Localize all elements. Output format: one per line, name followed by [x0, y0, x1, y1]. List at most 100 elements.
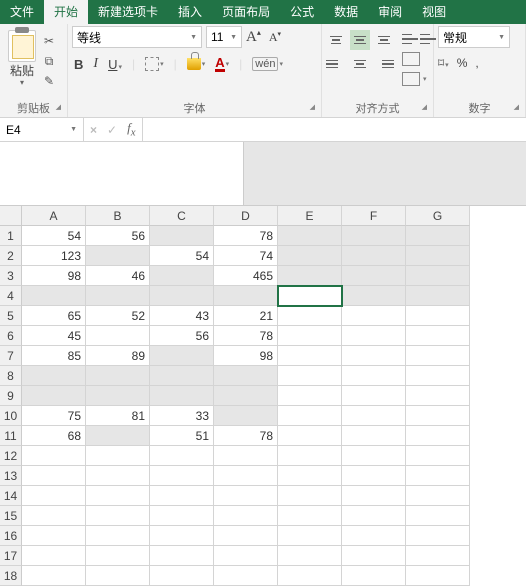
cell[interactable]: [22, 566, 86, 586]
name-box[interactable]: E4▼: [0, 118, 84, 141]
tab-8[interactable]: 视图: [412, 0, 456, 24]
merge-cells-icon[interactable]: [402, 72, 420, 86]
cell[interactable]: [150, 466, 214, 486]
cell[interactable]: [150, 386, 214, 406]
increase-font-icon[interactable]: A▴: [246, 28, 261, 46]
cell[interactable]: [214, 466, 278, 486]
cell[interactable]: [278, 306, 342, 326]
row-header-5[interactable]: 5: [0, 306, 22, 326]
cell[interactable]: [278, 226, 342, 246]
cell[interactable]: [406, 346, 470, 366]
font-color-icon[interactable]: A: [215, 57, 224, 72]
cell[interactable]: [214, 386, 278, 406]
row-header-9[interactable]: 9: [0, 386, 22, 406]
cell[interactable]: [150, 506, 214, 526]
col-header-A[interactable]: A: [22, 206, 86, 226]
cell[interactable]: [342, 506, 406, 526]
cell[interactable]: 78: [214, 226, 278, 246]
cell[interactable]: [214, 566, 278, 586]
cell[interactable]: [22, 486, 86, 506]
cell[interactable]: [406, 306, 470, 326]
row-header-18[interactable]: 18: [0, 566, 22, 586]
cell[interactable]: [406, 526, 470, 546]
align-left[interactable]: [326, 54, 346, 74]
worksheet-grid[interactable]: ABCDEFG154567821235474398464654565524321…: [0, 206, 526, 586]
borders-icon[interactable]: [145, 57, 159, 71]
cell[interactable]: [406, 486, 470, 506]
cell[interactable]: [342, 246, 406, 266]
cell[interactable]: [342, 326, 406, 346]
enter-icon[interactable]: ✓: [107, 123, 117, 137]
cell[interactable]: [86, 326, 150, 346]
cell[interactable]: [406, 426, 470, 446]
cell[interactable]: [406, 226, 470, 246]
cell[interactable]: [278, 266, 342, 286]
cell[interactable]: [22, 526, 86, 546]
cell[interactable]: [150, 366, 214, 386]
cell[interactable]: [278, 326, 342, 346]
tab-5[interactable]: 公式: [280, 0, 324, 24]
cell[interactable]: [22, 386, 86, 406]
decrease-font-icon[interactable]: A▾: [269, 30, 281, 45]
accounting-format-icon[interactable]: ⌑▾: [438, 56, 449, 70]
col-header-C[interactable]: C: [150, 206, 214, 226]
cell[interactable]: [86, 466, 150, 486]
cell[interactable]: 46: [86, 266, 150, 286]
cell[interactable]: [342, 346, 406, 366]
chevron-down-icon[interactable]: ▾: [4, 78, 40, 87]
font-name-combo[interactable]: 等线▼: [72, 26, 202, 48]
tab-2[interactable]: 新建选项卡: [88, 0, 168, 24]
cell[interactable]: 75: [22, 406, 86, 426]
cell[interactable]: [86, 486, 150, 506]
row-header-14[interactable]: 14: [0, 486, 22, 506]
cell[interactable]: [22, 366, 86, 386]
chevron-down-icon[interactable]: ▾: [226, 60, 230, 68]
row-header-4[interactable]: 4: [0, 286, 22, 306]
italic-button[interactable]: I: [93, 56, 98, 72]
cell[interactable]: 78: [214, 426, 278, 446]
cell[interactable]: [406, 266, 470, 286]
cell[interactable]: [406, 506, 470, 526]
fill-color-icon[interactable]: [187, 58, 201, 70]
cell[interactable]: 81: [86, 406, 150, 426]
cell[interactable]: [22, 506, 86, 526]
cell[interactable]: [278, 446, 342, 466]
align-top-right[interactable]: [374, 30, 394, 50]
tab-7[interactable]: 审阅: [368, 0, 412, 24]
cell[interactable]: [342, 446, 406, 466]
cell[interactable]: [406, 366, 470, 386]
cell[interactable]: [278, 466, 342, 486]
row-header-1[interactable]: 1: [0, 226, 22, 246]
cell[interactable]: [406, 446, 470, 466]
cell[interactable]: 98: [22, 266, 86, 286]
cell[interactable]: [342, 566, 406, 586]
cell[interactable]: [406, 466, 470, 486]
cell[interactable]: [406, 286, 470, 306]
cell[interactable]: [278, 546, 342, 566]
cell[interactable]: 78: [214, 326, 278, 346]
cell[interactable]: [278, 346, 342, 366]
cell[interactable]: 123: [22, 246, 86, 266]
cell[interactable]: [22, 446, 86, 466]
row-header-10[interactable]: 10: [0, 406, 22, 426]
cell[interactable]: [342, 426, 406, 446]
cell[interactable]: [150, 226, 214, 246]
cell[interactable]: [342, 286, 406, 306]
cell[interactable]: [278, 486, 342, 506]
col-header-E[interactable]: E: [278, 206, 342, 226]
cell[interactable]: [150, 266, 214, 286]
chevron-down-icon[interactable]: ▾: [118, 64, 122, 71]
cell[interactable]: [86, 426, 150, 446]
underline-button[interactable]: U: [108, 57, 117, 72]
cell[interactable]: [278, 426, 342, 446]
cell[interactable]: [22, 286, 86, 306]
cell[interactable]: [342, 546, 406, 566]
cell[interactable]: [214, 366, 278, 386]
cell[interactable]: [278, 246, 342, 266]
cell[interactable]: 54: [22, 226, 86, 246]
wrap-text-icon[interactable]: [402, 52, 420, 66]
row-header-3[interactable]: 3: [0, 266, 22, 286]
cell[interactable]: [86, 566, 150, 586]
cell[interactable]: 51: [150, 426, 214, 446]
cell[interactable]: [22, 546, 86, 566]
